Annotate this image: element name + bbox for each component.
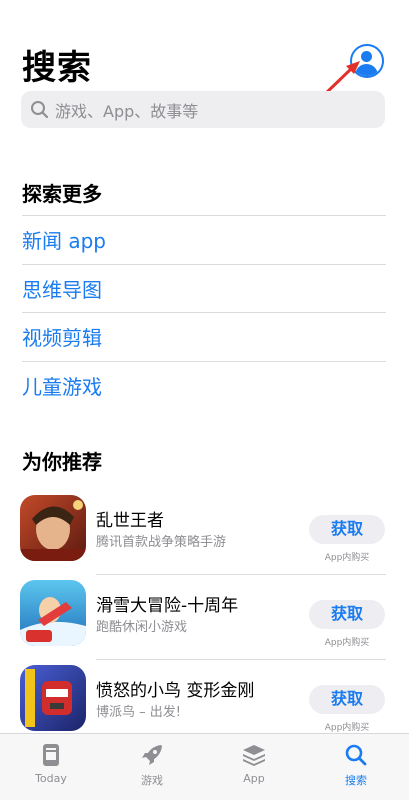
app-name: 愤怒的小鸟 变形金刚 [96, 681, 255, 701]
tab-search[interactable]: 搜索 [316, 734, 396, 800]
app-icon-warrior[interactable] [20, 495, 86, 561]
rocket-icon [142, 745, 162, 765]
explore-heading: 探索更多 [22, 182, 102, 206]
explore-item-video-editing[interactable]: 视频剪辑 [22, 312, 386, 361]
tab-label: Today [35, 772, 67, 785]
recommend-heading: 为你推荐 [22, 450, 102, 474]
app-subtitle: 跑酷休闲小游戏 [96, 620, 188, 635]
app-row[interactable]: 滑雪大冒险-十周年 跑酷休闲小游戏 获取 App内购买 [20, 580, 386, 660]
layers-icon [243, 745, 265, 766]
tab-label: 游戏 [141, 774, 163, 787]
app-icon-ski-safari[interactable] [20, 580, 86, 646]
in-app-purchase-note: App内购买 [324, 723, 370, 733]
in-app-purchase-note: App内购买 [324, 553, 370, 563]
page-title: 搜索 [22, 48, 92, 88]
tab-label: 搜索 [345, 774, 367, 787]
in-app-purchase-note: App内购买 [324, 638, 370, 648]
app-subtitle: 博派鸟 – 出发! [96, 705, 181, 720]
tab-today[interactable]: Today [11, 734, 91, 800]
search-placeholder: 游戏、App、故事等 [55, 101, 199, 121]
today-icon [43, 744, 59, 766]
get-button[interactable]: 获取 [309, 515, 385, 544]
tab-apps[interactable]: App [214, 734, 294, 800]
explore-item-kids-games[interactable]: 儿童游戏 [22, 360, 386, 410]
app-row[interactable]: 愤怒的小鸟 变形金刚 博派鸟 – 出发! 获取 App内购买 [20, 665, 386, 735]
magnifier-icon [31, 100, 49, 118]
explore-item-news[interactable]: 新闻 app [22, 215, 386, 264]
row-divider [96, 574, 386, 575]
app-icon-angry-birds-transformers[interactable] [20, 665, 86, 731]
search-field[interactable]: 游戏、App、故事等 [21, 91, 385, 128]
search-icon [345, 744, 367, 766]
app-name: 滑雪大冒险-十周年 [96, 596, 239, 616]
app-row[interactable]: 乱世王者 腾讯首款战争策略手游 获取 App内购买 [20, 495, 386, 575]
app-subtitle: 腾讯首款战争策略手游 [96, 535, 227, 550]
explore-item-mindmap[interactable]: 思维导图 [22, 263, 386, 313]
tab-bar: Today 游戏 App 搜索 [0, 733, 409, 800]
row-divider [96, 659, 386, 660]
explore-list: 新闻 app 思维导图 视频剪辑 儿童游戏 [22, 215, 386, 409]
tab-label: App [243, 772, 265, 785]
app-name: 乱世王者 [96, 511, 164, 531]
get-button[interactable]: 获取 [309, 600, 385, 629]
tab-games[interactable]: 游戏 [112, 734, 192, 800]
get-button[interactable]: 获取 [309, 685, 385, 714]
